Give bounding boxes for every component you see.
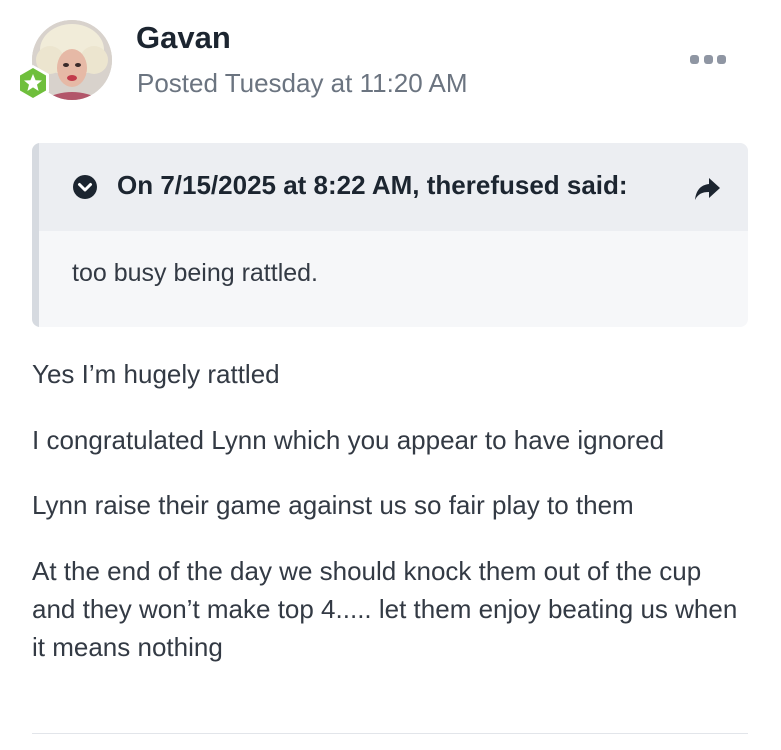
- ellipsis-dot: [717, 54, 726, 64]
- star-rank-badge-icon: [17, 65, 49, 101]
- quote-border: [32, 143, 39, 327]
- author-name[interactable]: Gavan: [136, 20, 231, 56]
- quote-block: On 7/15/2025 at 8:22 AM, therefused said…: [32, 143, 748, 327]
- post-paragraph: Yes I’m hugely rattled: [32, 359, 280, 389]
- post-paragraph: I congratulated Lynn which you appear to…: [32, 425, 665, 455]
- quote-citation[interactable]: On 7/15/2025 at 8:22 AM, therefused said…: [117, 170, 628, 201]
- more-options-button[interactable]: [690, 52, 726, 66]
- ellipsis-dot: [690, 54, 699, 64]
- post-paragraph: At the end of the day we should knock th…: [32, 556, 738, 662]
- post-timestamp[interactable]: Posted Tuesday at 11:20 AM: [137, 68, 468, 99]
- quote-header: On 7/15/2025 at 8:22 AM, therefused said…: [39, 143, 748, 231]
- divider: [32, 733, 748, 734]
- post-paragraph: Lynn raise their game against us so fair…: [32, 490, 634, 520]
- avatar-container[interactable]: [17, 20, 112, 101]
- ellipsis-dot: [703, 54, 713, 64]
- chevron-down-circle-icon[interactable]: [73, 175, 97, 199]
- share-arrow-icon[interactable]: [693, 176, 721, 202]
- quote-text: too busy being rattled.: [72, 259, 318, 287]
- forum-post: Gavan Posted Tuesday at 11:20 AM On 7/15…: [0, 0, 781, 750]
